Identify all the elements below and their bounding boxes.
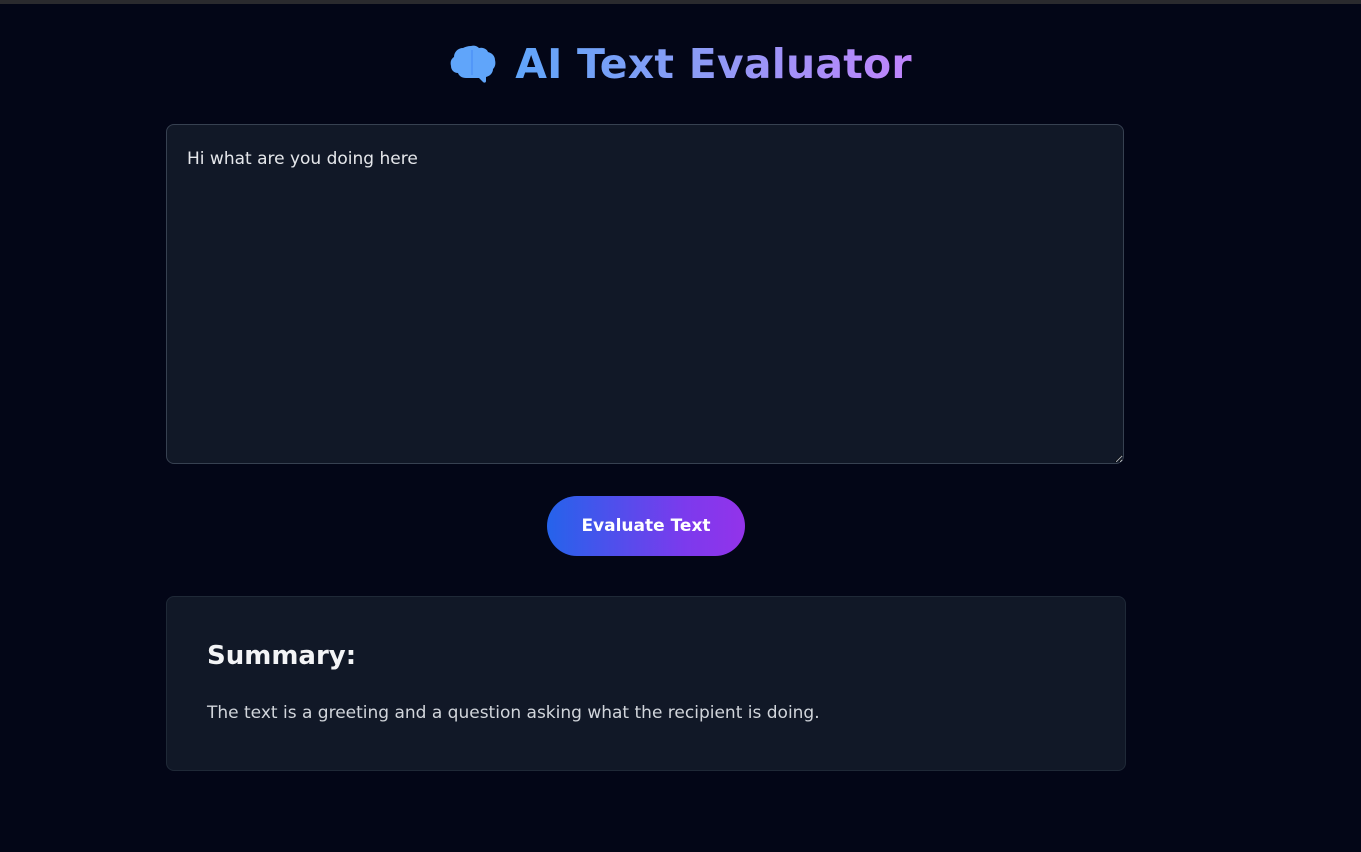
summary-text: The text is a greeting and a question as…: [207, 703, 820, 723]
page-title: AI Text Evaluator: [515, 36, 912, 92]
app-container: AI Text Evaluator Hi what are you doing …: [0, 0, 1361, 852]
page-header: AI Text Evaluator: [0, 36, 1361, 92]
text-input[interactable]: Hi what are you doing here: [166, 124, 1124, 464]
summary-heading: Summary:: [207, 641, 357, 671]
summary-card: Summary: The text is a greeting and a qu…: [166, 596, 1126, 771]
evaluate-text-button[interactable]: Evaluate Text: [547, 496, 745, 556]
brain-icon: [449, 42, 497, 86]
